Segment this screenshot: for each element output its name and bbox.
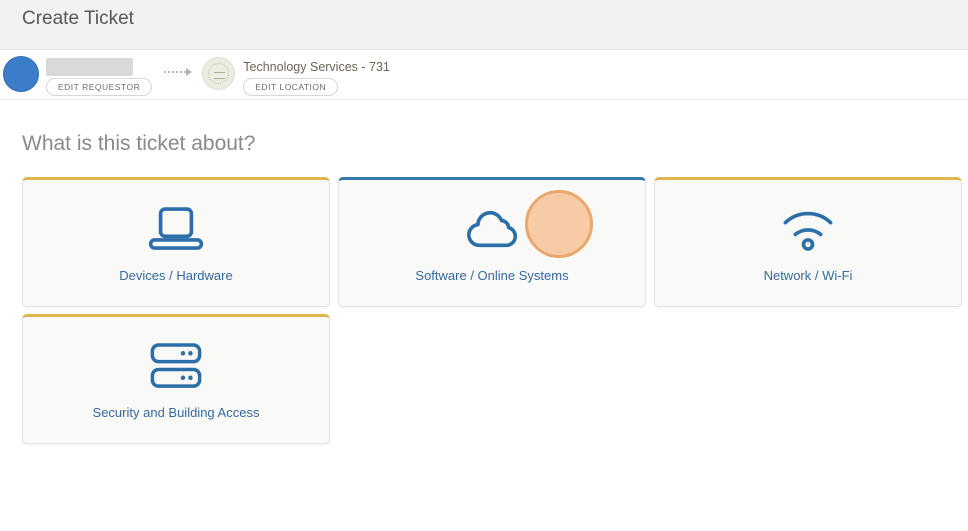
- category-card-software-online-systems[interactable]: Software / Online Systems: [338, 177, 646, 307]
- page-header: Create Ticket: [0, 0, 968, 50]
- category-label: Devices / Hardware: [119, 268, 232, 283]
- category-label: Security and Building Access: [93, 405, 260, 420]
- location-group: Technology Services - 731 EDIT LOCATION: [202, 54, 390, 96]
- page-title: Create Ticket: [22, 8, 968, 30]
- edit-requestor-button[interactable]: EDIT REQUESTOR: [46, 78, 152, 96]
- location-seal-logo: [202, 57, 235, 90]
- location-name: Technology Services - 731: [243, 60, 390, 74]
- category-card-security-building-access[interactable]: Security and Building Access: [22, 314, 330, 444]
- requestor-avatar: [3, 56, 39, 92]
- edit-location-button[interactable]: EDIT LOCATION: [243, 78, 338, 96]
- category-label: Network / Wi-Fi: [764, 268, 853, 283]
- cloud-icon: [463, 203, 521, 255]
- laptop-icon: [147, 203, 205, 255]
- category-cards: Devices / Hardware Software / Online Sys…: [22, 177, 962, 444]
- category-label: Software / Online Systems: [415, 268, 568, 283]
- category-card-devices-hardware[interactable]: Devices / Hardware: [22, 177, 330, 307]
- main-content: What is this ticket about? Devices / Har…: [0, 100, 968, 444]
- wifi-icon: [779, 203, 837, 255]
- requestor-group: EDIT REQUESTOR: [46, 54, 152, 96]
- requestor-name-redacted: [46, 58, 133, 76]
- ticket-question-heading: What is this ticket about?: [22, 132, 968, 156]
- servers-icon: [148, 340, 204, 392]
- requestor-location-bar: EDIT REQUESTOR Technology Services - 731…: [0, 50, 968, 100]
- category-card-network-wifi[interactable]: Network / Wi-Fi: [654, 177, 962, 307]
- arrow-right-icon: [164, 68, 192, 76]
